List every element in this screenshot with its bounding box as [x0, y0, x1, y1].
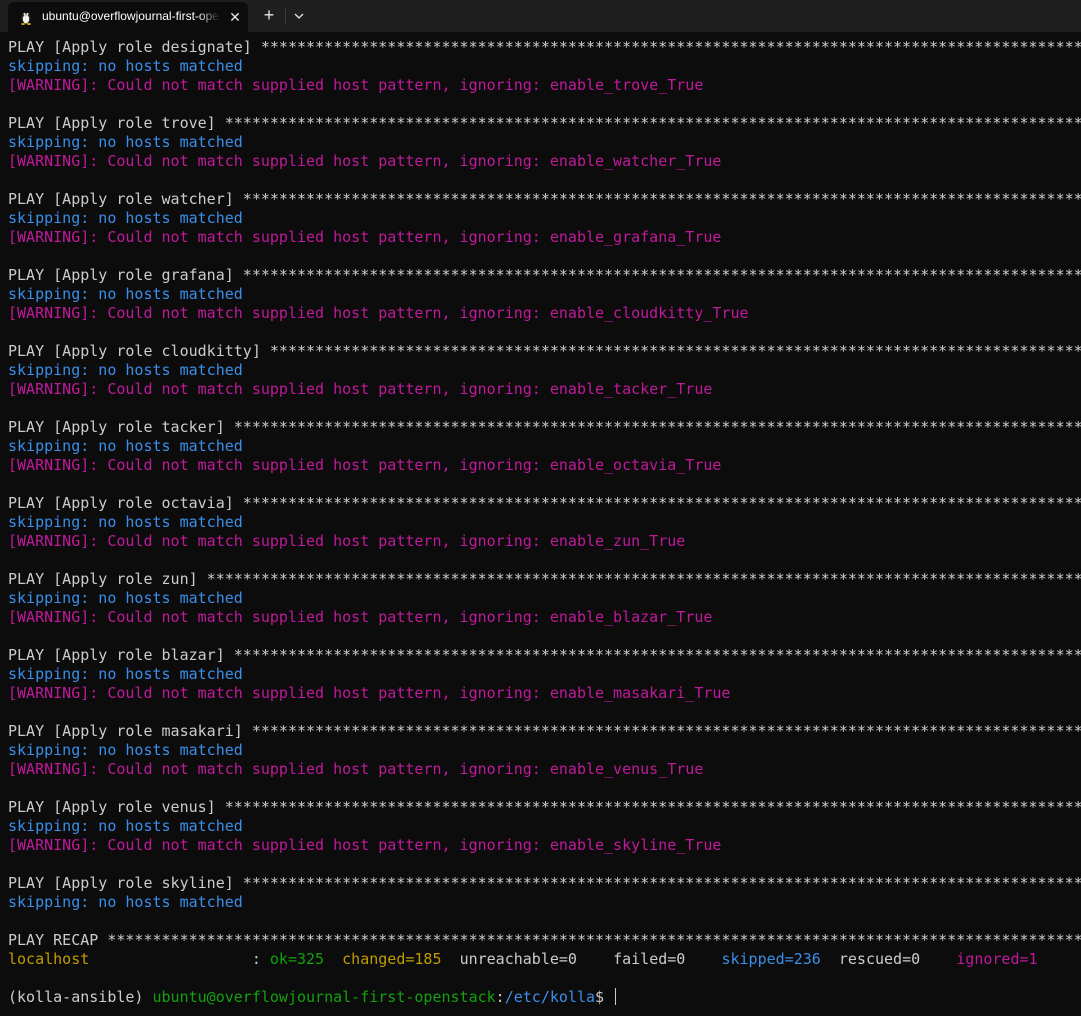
- recap-ignored: ignored=1: [956, 950, 1038, 968]
- warning-message: [WARNING]: Could not match supplied host…: [8, 684, 731, 702]
- recap-unreachable: unreachable=0: [459, 950, 577, 968]
- linux-penguin-icon: [21, 12, 31, 25]
- warning-message: [WARNING]: Could not match supplied host…: [8, 380, 713, 398]
- tab-separator: [285, 8, 286, 24]
- skip-message: skipping: no hosts matched: [8, 513, 243, 531]
- skip-message: skipping: no hosts matched: [8, 361, 243, 379]
- title-bar: ubuntu@overflowjournal-first-openstack ✕…: [0, 0, 1081, 32]
- recap-changed: changed=185: [342, 950, 442, 968]
- skip-message: skipping: no hosts matched: [8, 665, 243, 683]
- play-header: PLAY [Apply role masakari] *************…: [8, 722, 1081, 740]
- skip-message: skipping: no hosts matched: [8, 893, 243, 911]
- warning-message: [WARNING]: Could not match supplied host…: [8, 836, 722, 854]
- play-header: PLAY [Apply role venus] ****************…: [8, 798, 1081, 816]
- skip-message: skipping: no hosts matched: [8, 57, 243, 75]
- recap-sep: :: [251, 950, 270, 968]
- skip-message: skipping: no hosts matched: [8, 285, 243, 303]
- warning-message: [WARNING]: Could not match supplied host…: [8, 152, 722, 170]
- new-tab-button[interactable]: +: [258, 5, 280, 27]
- recap-row: localhost : ok=325 changed=185 unreachab…: [8, 950, 1081, 969]
- skip-message: skipping: no hosts matched: [8, 437, 243, 455]
- prompt-venv: (kolla-ansible): [8, 988, 153, 1006]
- skip-message: skipping: no hosts matched: [8, 589, 243, 607]
- recap-rescued: rescued=0: [838, 950, 921, 968]
- chevron-down-icon[interactable]: [290, 6, 308, 26]
- play-header: PLAY [Apply role cloudkitty] ***********…: [8, 342, 1081, 360]
- skip-message: skipping: no hosts matched: [8, 741, 243, 759]
- recap-failed: failed=0: [613, 950, 686, 968]
- tab-terminal[interactable]: ubuntu@overflowjournal-first-openstack ✕: [8, 2, 248, 32]
- warning-message: [WARNING]: Could not match supplied host…: [8, 304, 749, 322]
- play-header: PLAY [Apply role blazar] ***************…: [8, 646, 1081, 664]
- play-header: PLAY [Apply role designate] ************…: [8, 38, 1081, 56]
- skip-message: skipping: no hosts matched: [8, 209, 243, 227]
- recap-skipped: skipped=236: [721, 950, 821, 968]
- warning-message: [WARNING]: Could not match supplied host…: [8, 228, 722, 246]
- tab-title: ubuntu@overflowjournal-first-openstack: [42, 9, 220, 23]
- play-header: PLAY [Apply role watcher] **************…: [8, 190, 1081, 208]
- recap-host: localhost: [8, 950, 90, 968]
- recap-ok: ok=325: [269, 950, 325, 968]
- skip-message: skipping: no hosts matched: [8, 817, 243, 835]
- skip-message: skipping: no hosts matched: [8, 133, 243, 151]
- warning-message: [WARNING]: Could not match supplied host…: [8, 532, 686, 550]
- play-header: PLAY [Apply role zun] ******************…: [8, 570, 1081, 588]
- prompt-colon: :: [495, 988, 505, 1006]
- warning-message: [WARNING]: Could not match supplied host…: [8, 456, 722, 474]
- prompt-user-host: ubuntu@overflowjournal-first-openstack: [152, 988, 496, 1006]
- warning-message: [WARNING]: Could not match supplied host…: [8, 608, 713, 626]
- recap-header: PLAY RECAP *****************************…: [8, 931, 1081, 949]
- play-header: PLAY [Apply role octavia] **************…: [8, 494, 1081, 512]
- warning-message: [WARNING]: Could not match supplied host…: [8, 760, 704, 778]
- play-header: PLAY [Apply role grafana] **************…: [8, 266, 1081, 284]
- prompt-path: /etc/kolla: [504, 988, 596, 1006]
- close-icon[interactable]: ✕: [226, 8, 244, 26]
- play-header: PLAY [Apply role skyline] **************…: [8, 874, 1081, 892]
- play-header: PLAY [Apply role trove] ****************…: [8, 114, 1081, 132]
- shell-prompt[interactable]: (kolla-ansible) ubuntu@overflowjournal-f…: [8, 988, 1081, 1007]
- terminal-output[interactable]: PLAY [Apply role designate] ************…: [0, 32, 1081, 1016]
- play-header: PLAY [Apply role tacker] ***************…: [8, 418, 1081, 436]
- text-cursor: [615, 988, 617, 1005]
- warning-message: [WARNING]: Could not match supplied host…: [8, 76, 704, 94]
- prompt-symbol: $: [595, 988, 614, 1006]
- play-list: PLAY [Apply role designate] ************…: [8, 38, 1081, 931]
